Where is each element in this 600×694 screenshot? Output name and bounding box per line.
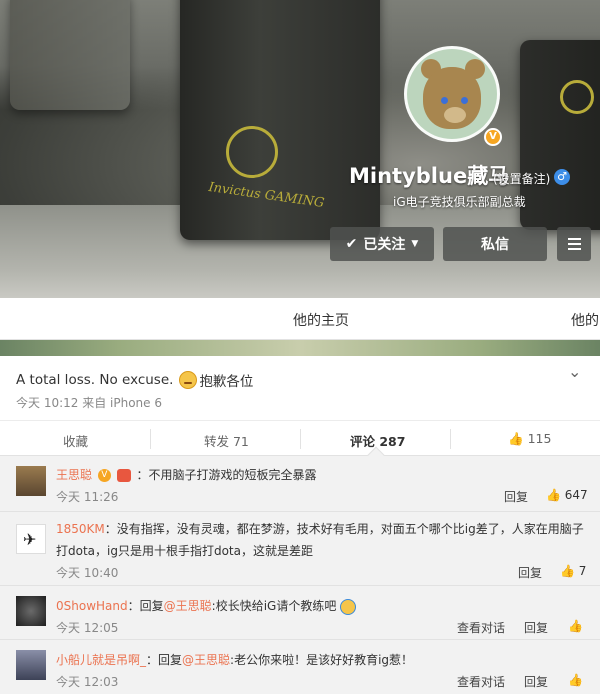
avatar[interactable]	[404, 46, 500, 142]
comment-content-continued: 打dota，ig只是用十根手指打dota，这就是差距	[56, 544, 313, 558]
verified-badge-icon: V	[484, 128, 502, 146]
comment-like-button[interactable]: 👍 647	[546, 488, 588, 502]
divider	[300, 429, 301, 449]
gender-male-icon: ♂	[554, 169, 570, 185]
sweat-emoji-icon	[340, 598, 357, 615]
caret-down-icon: ▼	[411, 239, 419, 249]
avatar[interactable]	[16, 596, 46, 626]
repost-button[interactable]: 转发 71	[204, 431, 249, 450]
ig-logo-icon-small	[560, 80, 594, 114]
sad-face-emoji-icon	[179, 371, 198, 389]
message-label: 私信	[481, 237, 509, 253]
reply-button[interactable]: 回复	[524, 673, 548, 690]
comment-time: 今天 12:05	[56, 621, 119, 635]
comment-item: ✈ 1850KM：没有指挥，没有灵魂，都在梦游，技术好有毛用，对面五个哪个比ig…	[0, 512, 600, 586]
mention-link[interactable]: @王思聪	[164, 599, 212, 613]
thumbs-up-icon: 👍	[508, 431, 524, 446]
comment-item: 王思聪 V ：不用脑子打游戏的短板完全暴露 今天 11:26 回复 👍 647	[0, 456, 600, 512]
profile-bio: iG电子竞技俱乐部副总裁	[393, 195, 526, 209]
comment-time: 今天 12:03	[56, 675, 119, 689]
comment-text: 王思聪 V ：不用脑子打游戏的短板完全暴露	[56, 466, 317, 483]
comment-username[interactable]: 1850KM	[56, 522, 105, 536]
message-button[interactable]: 私信	[443, 227, 547, 261]
divider	[450, 429, 451, 449]
menu-icon	[567, 238, 581, 250]
comment-text: 1850KM：没有指挥，没有灵魂，都在梦游，技术好有毛用，对面五个哪个比ig差了…	[56, 520, 584, 537]
followed-button[interactable]: ✔ 已关注 ▼	[330, 227, 434, 261]
weibo-post: A total loss. No excuse. 抱歉各位 今天 10:12 来…	[0, 356, 600, 420]
ig-logo-icon	[226, 126, 278, 178]
bear-eye	[461, 97, 468, 104]
tab-home[interactable]: 他的主页	[293, 310, 349, 330]
view-conversation-link[interactable]: 查看对话	[457, 619, 505, 636]
bear-snout	[444, 107, 466, 123]
favorite-button[interactable]: 收藏	[63, 431, 88, 450]
thumbs-up-icon: 👍	[568, 619, 583, 633]
like-count: 115	[527, 431, 552, 446]
comment-content: :校长快给iG请个教练吧	[211, 599, 337, 613]
reply-button[interactable]: 回复	[504, 488, 528, 505]
followed-label: 已关注	[363, 237, 406, 253]
comment-content: :老公你来啦！是该好好教育ig惹！	[230, 653, 414, 667]
comment-content: ：没有指挥，没有灵魂，都在梦游，技术好有毛用，对面五个哪个比ig差了，人家在用脑…	[104, 522, 584, 536]
comment-username[interactable]: 0ShowHand	[56, 599, 128, 613]
thumbs-up-icon: 👍	[560, 564, 575, 578]
avatar[interactable]	[16, 466, 46, 496]
comment-like-button[interactable]: 👍	[568, 673, 583, 687]
comment-like-count: 647	[564, 488, 588, 502]
tab-other[interactable]: 他的	[571, 310, 599, 330]
avatar[interactable]: ✈	[16, 524, 46, 554]
thumbs-up-icon: 👍	[546, 488, 561, 502]
avatar[interactable]	[16, 650, 46, 680]
comment-list: 王思聪 V ：不用脑子打游戏的短板完全暴露 今天 11:26 回复 👍 647 …	[0, 456, 600, 694]
cover-lighter-right	[520, 40, 600, 230]
view-conversation-link[interactable]: 查看对话	[457, 673, 505, 690]
post-text-en: A total loss. No excuse.	[16, 372, 174, 388]
post-text: A total loss. No excuse. 抱歉各位	[16, 370, 253, 390]
comment-item: 0ShowHand：回复@王思聪:校长快给iG请个教练吧 今天 12:05 查看…	[0, 586, 600, 640]
comment-like-button[interactable]: 👍	[568, 619, 583, 633]
member-badge-icon	[116, 469, 131, 482]
comment-username[interactable]: 王思聪	[56, 468, 92, 482]
comment-reply-prefix: ：回复	[127, 599, 164, 613]
background-strip	[0, 340, 600, 356]
comment-button[interactable]: 评论 287	[350, 431, 405, 450]
cover-lighter-left	[10, 0, 130, 110]
comment-text: 小船儿就是吊啊_：回复@王思聪:老公你来啦！是该好好教育ig惹！	[56, 651, 413, 668]
comment-username[interactable]: 小船儿就是吊啊_	[56, 653, 146, 667]
check-icon: ✔	[345, 236, 358, 252]
verified-badge-icon: V	[97, 469, 111, 482]
comment-time: 今天 11:26	[56, 490, 119, 504]
bird-icon: ✈	[23, 530, 37, 549]
profile-nickname: Mintyblue藏马	[349, 164, 510, 188]
comment-text: 0ShowHand：回复@王思聪:校长快给iG请个教练吧	[56, 597, 357, 615]
comment-like-button[interactable]: 👍 7	[560, 564, 586, 578]
comment-time: 今天 10:40	[56, 566, 119, 580]
post-action-bar: 收藏 转发 71 评论 287 👍 115	[0, 420, 600, 456]
mention-link[interactable]: @王思聪	[182, 653, 230, 667]
bear-eye	[441, 97, 448, 104]
more-menu-button[interactable]	[557, 227, 591, 261]
thumbs-up-icon: 👍	[568, 673, 583, 687]
chevron-down-icon[interactable]: ⌄	[568, 362, 581, 381]
post-meta: 今天 10:12 来自 iPhone 6	[16, 396, 162, 410]
divider	[150, 429, 151, 449]
comment-reply-prefix: ：回复	[146, 653, 183, 667]
like-button[interactable]: 👍 115	[508, 431, 551, 447]
comment-content: ：不用脑子打游戏的短板完全暴露	[136, 468, 317, 482]
comment-like-count: 7	[578, 564, 587, 578]
reply-button[interactable]: 回复	[524, 619, 548, 636]
reply-button[interactable]: 回复	[518, 564, 542, 581]
post-text-cn: 抱歉各位	[199, 374, 254, 390]
profile-tab-bar: 他的主页 他的	[0, 298, 600, 340]
set-remark-link[interactable]: (设置备注)	[493, 170, 550, 187]
profile-cover: Invictus GAMING V Mintyblue藏马 (设置备注) ♂ i…	[0, 0, 600, 298]
comment-item: 小船儿就是吊啊_：回复@王思聪:老公你来啦！是该好好教育ig惹！ 今天 12:0…	[0, 640, 600, 694]
